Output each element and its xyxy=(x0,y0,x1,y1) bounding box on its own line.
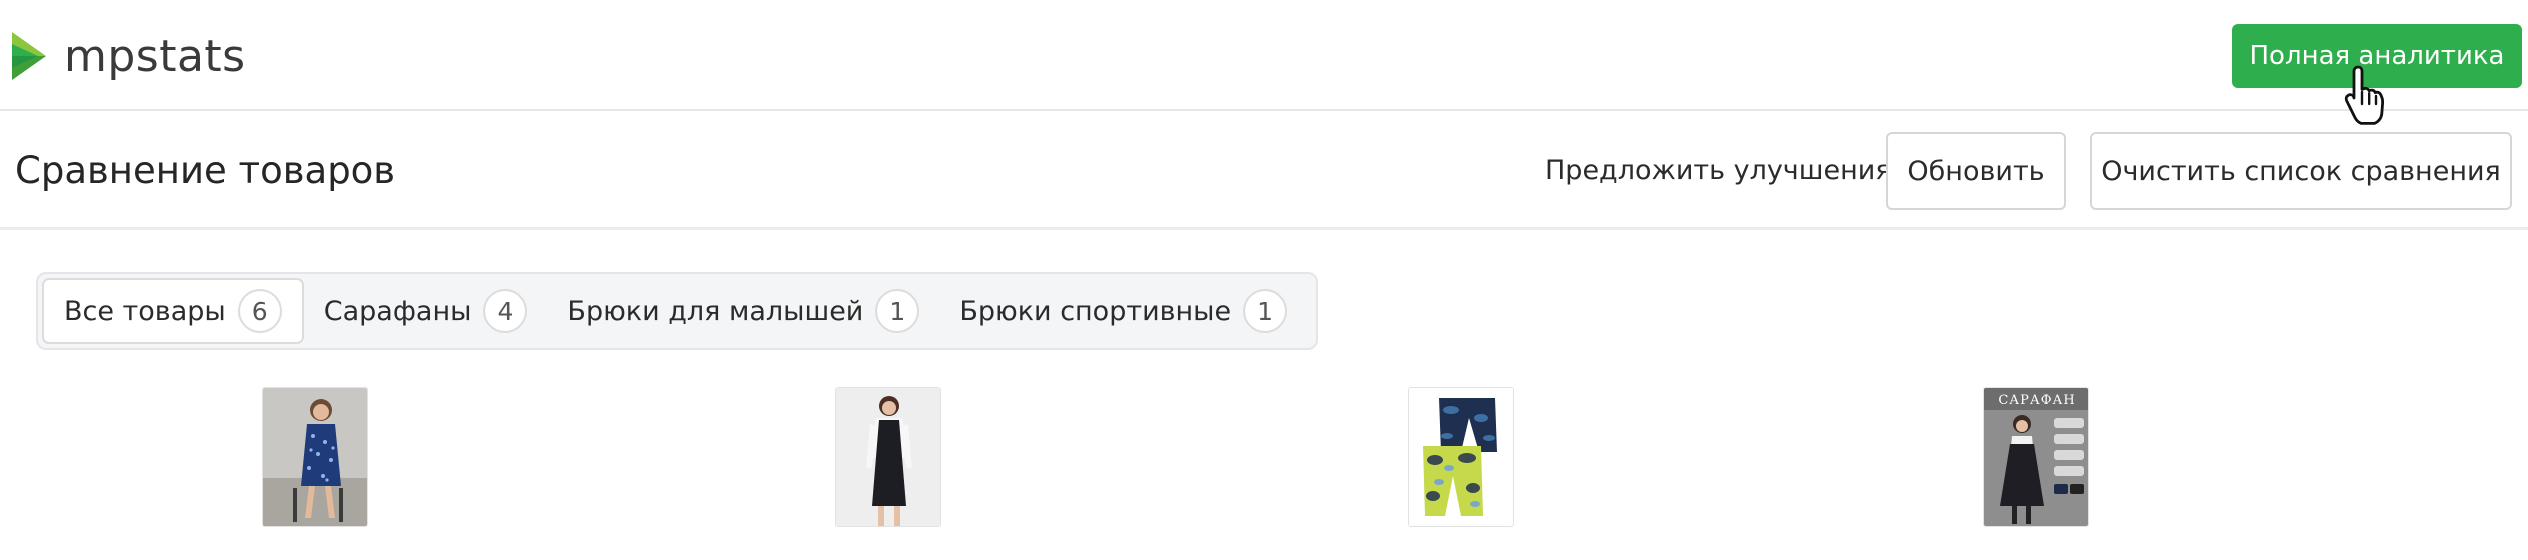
product-image-camo-kids-pants[interactable] xyxy=(1408,387,1514,527)
tab-sport-pants[interactable]: Брюки спортивные 1 xyxy=(939,278,1307,344)
page-header: Сравнение товаров Предложить улучшения О… xyxy=(0,113,2528,230)
count-badge: 4 xyxy=(483,289,528,333)
product-thumbnails: САРАФАН xyxy=(0,387,2528,527)
refresh-button[interactable]: Обновить xyxy=(1886,132,2066,210)
tab-label: Брюки для малышей xyxy=(567,295,864,327)
category-tabs: Все товары 6 Сарафаны 4 Брюки для малыше… xyxy=(36,272,1318,350)
count-badge: 1 xyxy=(875,289,920,333)
tab-label: Брюки спортивные xyxy=(959,295,1232,327)
play-triangles-icon xyxy=(12,32,46,80)
sarafan-caption: САРАФАН xyxy=(1998,393,2075,408)
product-image-school-sarafan[interactable]: САРАФАН xyxy=(1983,387,2089,527)
tab-baby-pants[interactable]: Брюки для малышей 1 xyxy=(547,278,939,344)
page-title: Сравнение товаров xyxy=(15,149,396,192)
tab-label: Сарафаны xyxy=(323,295,472,327)
tab-all-products[interactable]: Все товары 6 xyxy=(42,278,304,344)
tab-sarafans[interactable]: Сарафаны 4 xyxy=(304,278,548,344)
count-badge: 1 xyxy=(1243,289,1288,333)
product-image-blue-floral-dress[interactable] xyxy=(262,387,368,527)
count-badge: 6 xyxy=(237,289,282,333)
brand-name: mpstats xyxy=(64,30,246,82)
top-bar: mpstats Полная аналитика xyxy=(0,0,2528,125)
logo[interactable]: mpstats xyxy=(10,28,246,84)
clear-comparison-button[interactable]: Очистить список сравнения xyxy=(2090,132,2512,210)
product-image-black-pinafore-dress[interactable] xyxy=(835,387,941,527)
tab-label: Все товары xyxy=(64,295,226,327)
suggest-improvements-link[interactable]: Предложить улучшения xyxy=(1545,155,1892,186)
